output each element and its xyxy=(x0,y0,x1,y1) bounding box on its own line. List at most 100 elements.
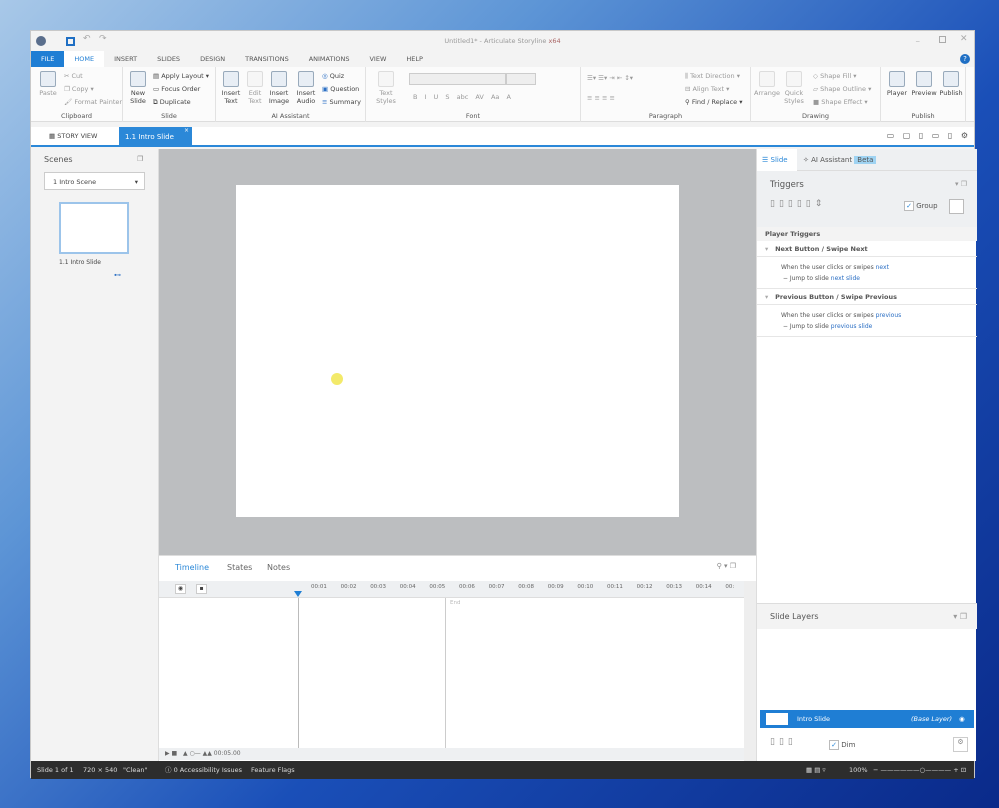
close-tab-icon[interactable]: × xyxy=(184,121,189,141)
timeline-options-icon[interactable]: ⚲ ▾ ❐ xyxy=(717,562,736,570)
tab-ai-assistant[interactable]: ✧ AI Assistant Beta xyxy=(803,156,877,164)
tab-animations[interactable]: ANIMATIONS xyxy=(299,51,360,67)
visibility-icon[interactable]: ◉ xyxy=(175,584,186,594)
tab-home[interactable]: HOME xyxy=(64,51,105,67)
maximize-button[interactable] xyxy=(939,36,946,43)
scene-select[interactable]: 1 Intro Scene ▾ xyxy=(44,172,145,190)
dim-checkbox[interactable]: ✓ Dim xyxy=(829,740,855,750)
paste-button[interactable]: Paste xyxy=(37,71,59,97)
cut-button[interactable]: ✂ Cut xyxy=(64,72,83,80)
shape-fill-button[interactable]: ◇ Shape Fill ▾ xyxy=(813,72,857,80)
group-checkbox[interactable]: ✓ Group xyxy=(904,201,938,211)
trigger-event-link[interactable]: previous xyxy=(876,312,902,319)
play-icon[interactable]: ▶ xyxy=(165,750,170,757)
zoom-slider[interactable]: − ——————○———— + ⊡ xyxy=(873,761,966,779)
tab-states[interactable]: States xyxy=(227,563,252,572)
apply-layout-button[interactable]: ▤ Apply Layout ▾ xyxy=(153,72,209,80)
tab-intro-slide[interactable]: 1.1 Intro Slide × xyxy=(119,127,192,147)
eye-icon[interactable]: ◉ xyxy=(959,710,965,728)
slide-thumbnail[interactable] xyxy=(59,202,129,254)
tab-timeline[interactable]: Timeline xyxy=(175,563,209,572)
triggers-options-icon[interactable]: ▾ ❐ xyxy=(955,180,967,188)
close-button[interactable]: ✕ xyxy=(960,34,968,44)
layer-settings-icon[interactable]: ⚙ xyxy=(953,737,968,752)
trigger-list: ▾ Next Button / Swipe Next When the user… xyxy=(757,241,977,337)
focus-order-button[interactable]: ▭ Focus Order xyxy=(153,85,200,93)
insert-audio-icon xyxy=(298,71,314,87)
tab-insert[interactable]: INSERT xyxy=(104,51,147,67)
copy-button[interactable]: ❐ Copy ▾ xyxy=(64,85,94,93)
align-buttons[interactable]: ≡ ≡ ≡ ≡ xyxy=(587,94,615,102)
font-family-select[interactable] xyxy=(409,73,506,85)
duplicate-button[interactable]: ⧉ Duplicate xyxy=(153,98,191,107)
list-buttons[interactable]: ☰▾ ☰▾ ⇥ ⇤ ↕▾ xyxy=(587,74,633,82)
tab-help[interactable]: HELP xyxy=(396,51,433,67)
slide-thumbnail-label: 1.1 Intro Slide xyxy=(59,259,101,266)
trigger-item[interactable]: When the user clicks or swipes next − Ju… xyxy=(757,257,977,289)
layer-toolbar[interactable]: ▯▯▯ xyxy=(770,737,797,747)
panel-restore-icon[interactable]: ❐ xyxy=(137,155,143,163)
beta-badge: Beta xyxy=(854,156,877,164)
playhead-icon[interactable] xyxy=(294,591,302,597)
lock-icon[interactable]: ▪ xyxy=(196,584,207,594)
quiz-button[interactable]: ◎ Quiz xyxy=(322,72,344,80)
font-format-buttons[interactable]: B I U S abc AV Aa A xyxy=(413,93,511,101)
tab-file[interactable]: FILE xyxy=(31,51,65,67)
trigger-event-link[interactable]: next xyxy=(876,264,889,271)
trigger-action-link[interactable]: previous slide xyxy=(831,323,873,330)
minimize-button[interactable]: _ xyxy=(916,34,920,42)
arrange-button[interactable]: Arrange xyxy=(754,71,780,97)
tab-slide[interactable]: ☰ Slide xyxy=(757,149,797,171)
trigger-item[interactable]: When the user clicks or swipes previous … xyxy=(757,305,977,337)
accessibility-status[interactable]: ⓘ 0 Accessibility Issues xyxy=(165,761,242,779)
view-icons[interactable]: ▦ ▤ ▿ xyxy=(806,761,826,779)
align-text-button[interactable]: ⊟ Align Text ▾ xyxy=(685,85,729,93)
shape-outline-button[interactable]: ▱ Shape Outline ▾ xyxy=(813,85,871,93)
insert-text-button[interactable]: Insert Text xyxy=(219,71,243,105)
find-replace-button[interactable]: ⚲ Find / Replace ▾ xyxy=(685,98,743,106)
timeline-scrollbar[interactable] xyxy=(744,581,756,761)
tab-view[interactable]: VIEW xyxy=(359,51,396,67)
tab-slides[interactable]: SLIDES xyxy=(147,51,190,67)
tab-notes[interactable]: Notes xyxy=(267,563,290,572)
right-panel-tabs: ☰ Slide ✧ AI Assistant Beta xyxy=(757,149,977,171)
format-painter-button[interactable]: 🖌 Format Painter xyxy=(64,98,122,106)
timeline-footer: ▶ ■ ▲ ○— ▲▲ 00:05.00 xyxy=(159,748,744,760)
edit-text-button[interactable]: Edit Text xyxy=(244,71,266,105)
font-size-select[interactable] xyxy=(506,73,536,85)
tab-transitions[interactable]: TRANSITIONS xyxy=(235,51,299,67)
zoom-slider[interactable]: ▲ ○— ▲▲ xyxy=(183,750,212,757)
summary-button[interactable]: ≡ Summary xyxy=(322,98,361,106)
text-styles-icon xyxy=(378,71,394,87)
text-direction-button[interactable]: ⫼ Text Direction ▾ xyxy=(685,72,740,81)
shape-effect-button[interactable]: ■ Shape Effect ▾ xyxy=(813,98,868,106)
insert-audio-button[interactable]: Insert Audio xyxy=(292,71,320,105)
device-preview-icons[interactable]: ▭ ▢ ▯ ▭ ▯ ⚙ xyxy=(887,131,968,140)
tab-story-view[interactable]: ▦ STORY VIEW xyxy=(49,132,97,140)
tab-design[interactable]: DESIGN xyxy=(190,51,235,67)
timeline-duration: 00:05.00 xyxy=(213,750,241,757)
player-button[interactable]: Player xyxy=(885,71,909,97)
question-button[interactable]: ▣ Question xyxy=(322,85,359,93)
insert-image-button[interactable]: Insert Image xyxy=(267,71,291,105)
feature-flags[interactable]: Feature Flags xyxy=(251,761,295,779)
player-icon xyxy=(889,71,905,87)
stop-icon[interactable]: ■ xyxy=(172,750,178,757)
new-slide-button[interactable]: New Slide xyxy=(127,71,149,105)
preview-button[interactable]: Preview xyxy=(911,71,937,97)
trigger-group-title[interactable]: ▾ Previous Button / Swipe Previous xyxy=(757,289,977,305)
trigger-action-link[interactable]: next slide xyxy=(831,275,860,282)
trigger-group-title[interactable]: ▾ Next Button / Swipe Next xyxy=(757,241,977,257)
text-styles-button[interactable]: Text Styles xyxy=(369,71,403,105)
trigger-toolbar[interactable]: ▯▯▯▯▯⇕ xyxy=(770,199,826,209)
layer-row-base[interactable]: Intro Slide (Base Layer) ◉ xyxy=(760,710,974,728)
variables-button[interactable] xyxy=(949,199,964,214)
timeline-tick: 00:06 xyxy=(459,584,475,590)
publish-button[interactable]: Publish xyxy=(938,71,964,97)
help-icon[interactable]: ? xyxy=(960,54,970,64)
quick-styles-button[interactable]: Quick Styles xyxy=(782,71,806,105)
paste-icon xyxy=(40,71,56,87)
status-slide: Slide 1 of 1 xyxy=(37,766,74,774)
slide-group: New Slide ▤ Apply Layout ▾ ▭ Focus Order… xyxy=(123,67,216,122)
slide-canvas[interactable] xyxy=(236,185,679,517)
